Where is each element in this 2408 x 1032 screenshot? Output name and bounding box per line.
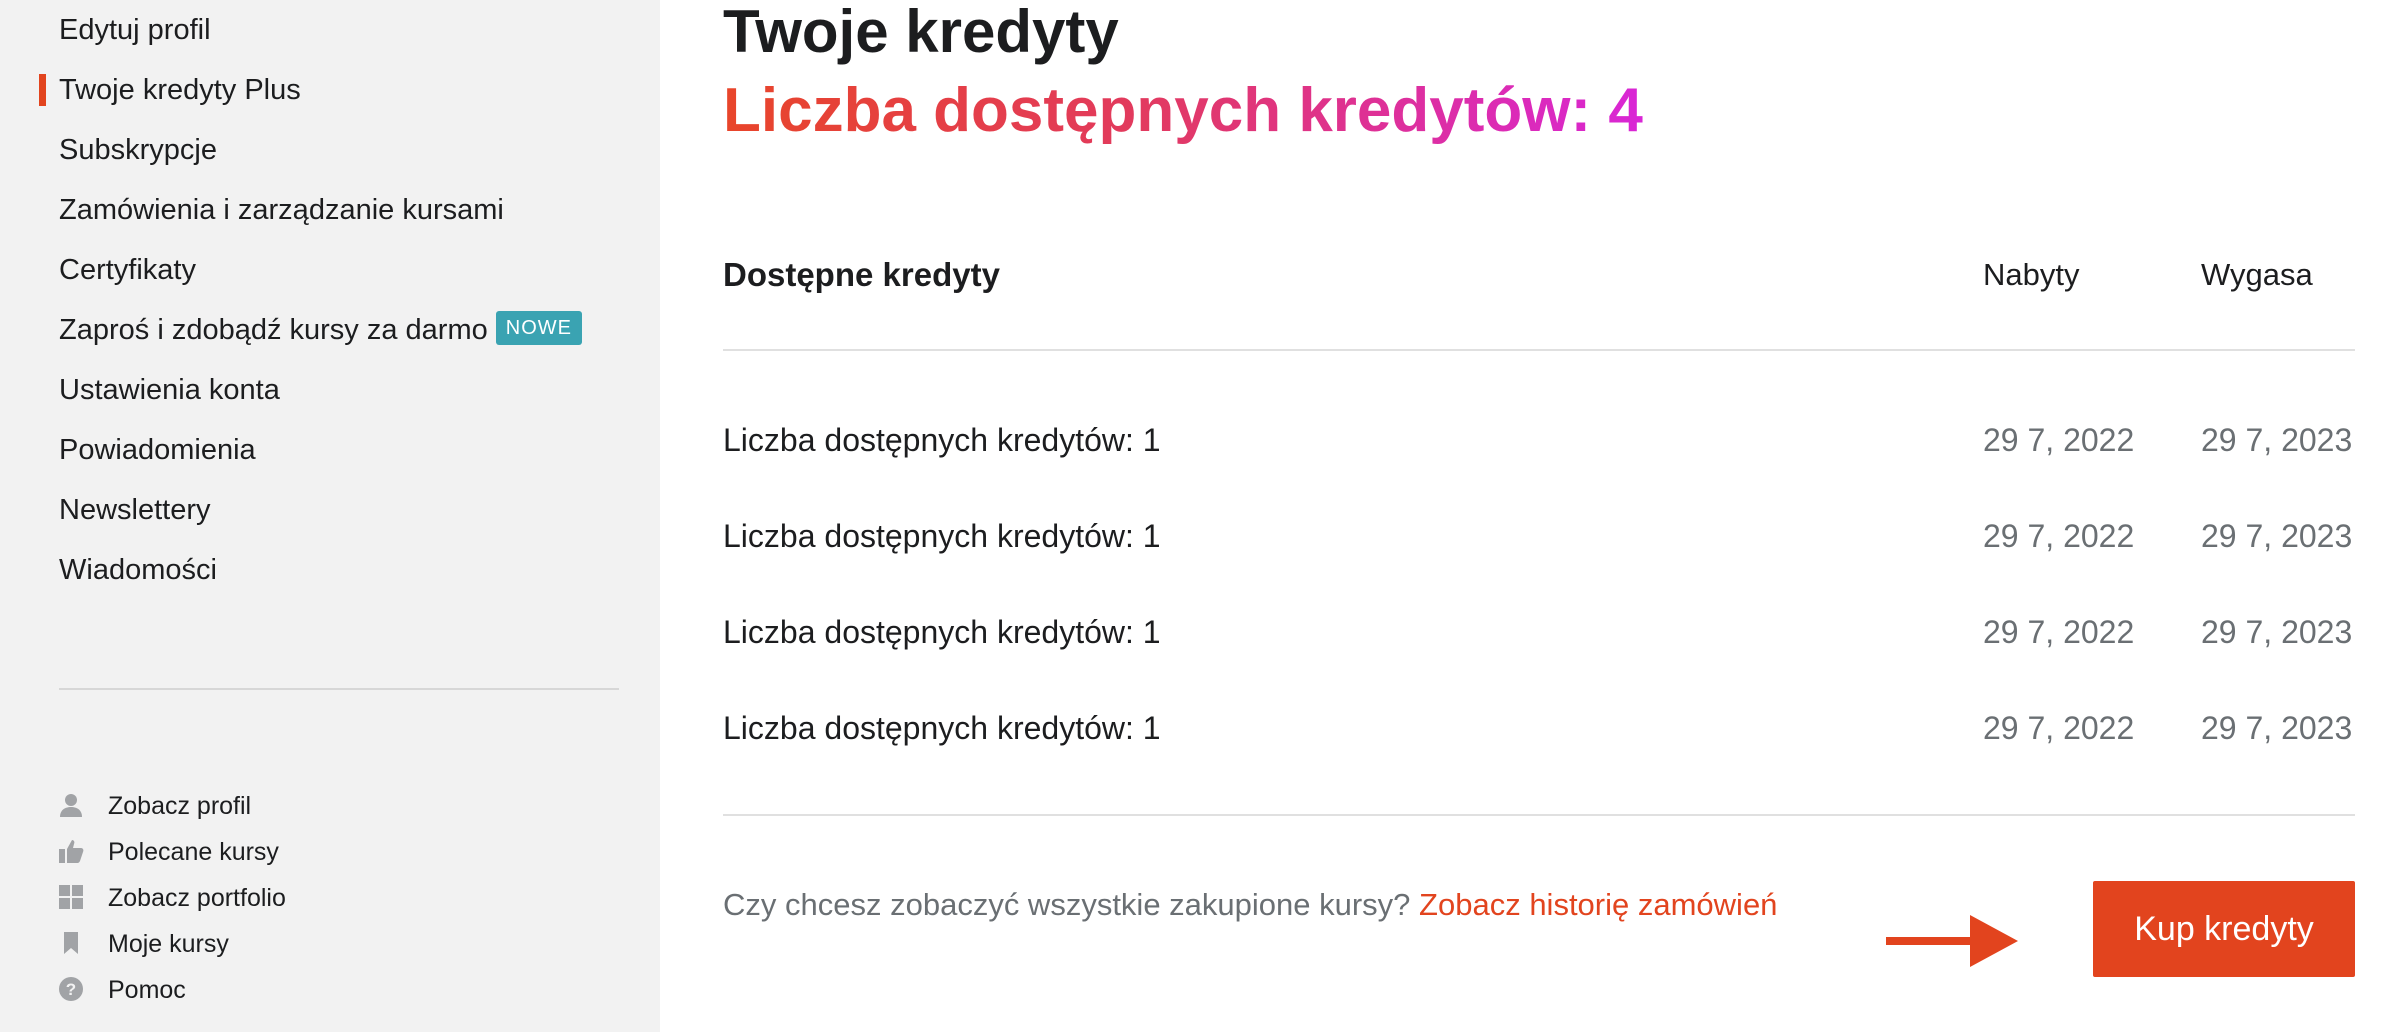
acquired-date-cell: 29 7, 2022 — [1983, 614, 2135, 650]
credit-cell: Liczba dostępnych kredytów: 1 — [723, 518, 1161, 554]
credit-cell: Liczba dostępnych kredytów: 1 — [723, 614, 1161, 650]
table-row: Liczba dostępnych kredytów: 1 29 7, 2022… — [723, 516, 2355, 556]
page-title: Twoje kredyty — [723, 0, 1119, 65]
expiry-date-cell: 29 7, 2023 — [2201, 518, 2353, 554]
sidebar-item-notifications[interactable]: Powiadomienia — [59, 432, 256, 468]
sidebar: Edytuj profil Twoje kredyty Plus Subskry… — [0, 0, 660, 1032]
my-courses-link[interactable]: Moje kursy — [58, 928, 229, 960]
help-label: Pomoc — [108, 976, 186, 1004]
sidebar-item-messages[interactable]: Wiadomości — [59, 552, 217, 588]
my-courses-label: Moje kursy — [108, 930, 229, 958]
expiry-date-cell: 29 7, 2023 — [2201, 422, 2353, 458]
sidebar-item-subscriptions[interactable]: Subskrypcje — [59, 132, 217, 168]
table-row: Liczba dostępnych kredytów: 1 29 7, 2022… — [723, 612, 2355, 652]
header-available-credits: Dostępne kredyty — [723, 256, 1000, 293]
header-acquired: Nabyty — [1983, 257, 2080, 292]
credit-cell: Liczba dostępnych kredytów: 1 — [723, 422, 1161, 458]
arrow-icon — [1886, 915, 2018, 967]
sidebar-item-newsletters[interactable]: Newslettery — [59, 492, 211, 528]
sidebar-item-edit-profile[interactable]: Edytuj profil — [59, 12, 211, 48]
available-credits-heading: Liczba dostępnych kredytów: 4 — [723, 76, 1643, 145]
thumbs-up-icon — [58, 838, 84, 864]
sidebar-item-invite[interactable]: Zaproś i zdobądź kursy za darmo NOWE — [59, 311, 582, 348]
bookmark-icon — [58, 930, 84, 956]
recommended-courses-link[interactable]: Polecane kursy — [58, 836, 279, 868]
help-link[interactable]: ? Pomoc — [58, 974, 186, 1006]
grid-icon — [58, 884, 84, 910]
recommended-courses-label: Polecane kursy — [108, 838, 279, 866]
view-profile-link[interactable]: Zobacz profil — [58, 790, 251, 822]
table-row: Liczba dostępnych kredytów: 1 29 7, 2022… — [723, 708, 2355, 748]
portfolio-link[interactable]: Zobacz portfolio — [58, 882, 286, 914]
credit-cell: Liczba dostępnych kredytów: 1 — [723, 710, 1161, 746]
header-expires: Wygasa — [2201, 257, 2313, 292]
main-content: Twoje kredyty Liczba dostępnych kredytów… — [723, 0, 2355, 1032]
sidebar-divider — [59, 688, 619, 690]
order-history-question: Czy chcesz zobaczyć wszystkie zakupione … — [723, 887, 1411, 922]
order-history-prompt: Czy chcesz zobaczyć wszystkie zakupione … — [723, 885, 1777, 925]
table-row: Liczba dostępnych kredytów: 1 29 7, 2022… — [723, 420, 2355, 460]
expiry-date-cell: 29 7, 2023 — [2201, 614, 2353, 650]
portfolio-label: Zobacz portfolio — [108, 884, 286, 912]
sidebar-item-account-settings[interactable]: Ustawienia konta — [59, 372, 280, 408]
sidebar-item-credits-plus[interactable]: Twoje kredyty Plus — [59, 72, 301, 108]
svg-text:?: ? — [66, 980, 76, 999]
acquired-date-cell: 29 7, 2022 — [1983, 422, 2135, 458]
sidebar-item-label: Zaproś i zdobądź kursy za darmo — [59, 314, 488, 346]
sidebar-item-certificates[interactable]: Certyfikaty — [59, 252, 196, 288]
table-divider-top — [723, 349, 2355, 351]
new-badge: NOWE — [495, 311, 582, 346]
acquired-date-cell: 29 7, 2022 — [1983, 710, 2135, 746]
table-divider-bottom — [723, 814, 2355, 816]
active-indicator — [39, 74, 46, 106]
sidebar-item-orders[interactable]: Zamówienia i zarządzanie kursami — [59, 192, 504, 228]
buy-credits-button[interactable]: Kup kredyty — [2093, 881, 2355, 977]
view-profile-label: Zobacz profil — [108, 792, 252, 820]
order-history-link[interactable]: Zobacz historię zamówień — [1419, 887, 1777, 922]
expiry-date-cell: 29 7, 2023 — [2201, 710, 2353, 746]
help-icon: ? — [58, 976, 84, 1002]
acquired-date-cell: 29 7, 2022 — [1983, 518, 2135, 554]
person-icon — [58, 792, 84, 818]
